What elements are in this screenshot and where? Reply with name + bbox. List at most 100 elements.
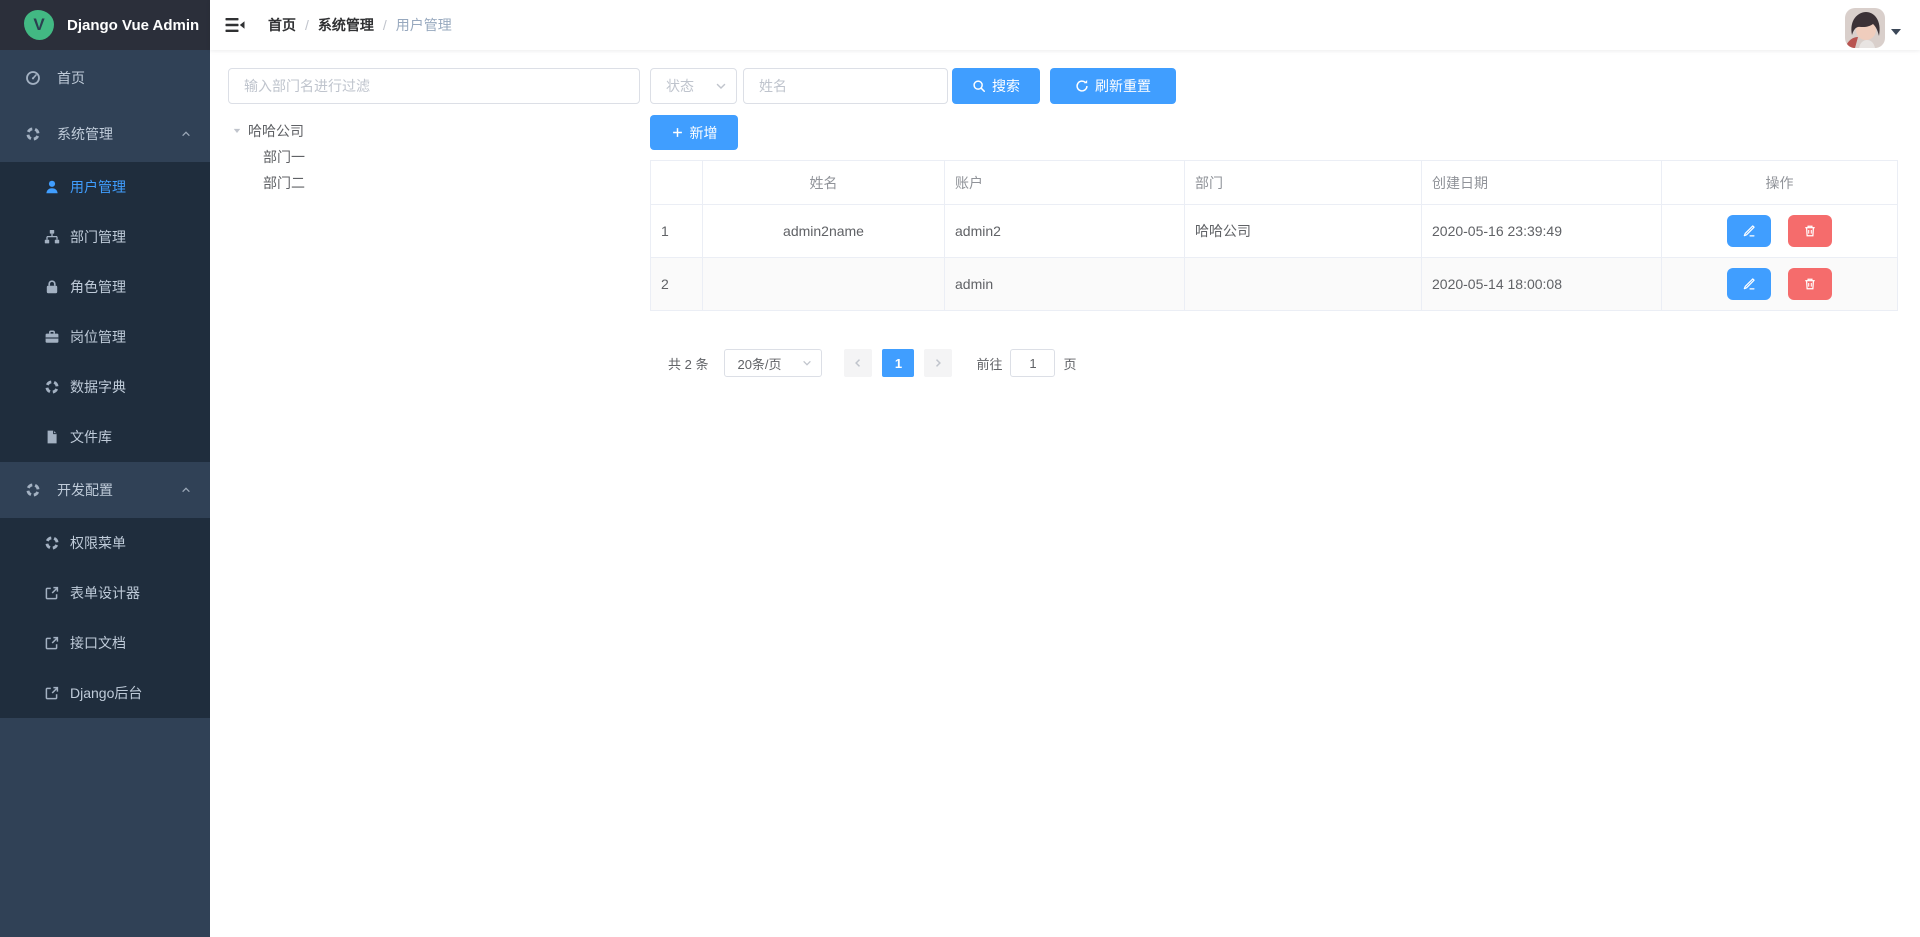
sidebar-item-departments[interactable]: 部门管理 <box>0 212 210 262</box>
name-filter-input[interactable] <box>743 68 948 104</box>
sidebar-item-roles[interactable]: 角色管理 <box>0 262 210 312</box>
cell-account: admin2 <box>945 205 1185 258</box>
component-icon <box>44 379 60 395</box>
trash-icon <box>1803 277 1817 291</box>
add-user-button[interactable]: 新增 <box>650 115 738 150</box>
sidebar-item-label: 文件库 <box>70 427 112 447</box>
tree-node-child[interactable]: 部门一 <box>228 144 650 170</box>
reset-button-label: 刷新重置 <box>1095 76 1151 96</box>
column-header-name: 姓名 <box>703 161 945 205</box>
chevron-down-icon <box>714 79 728 93</box>
content: 状态 搜索 刷新重置 哈哈公司 <box>210 50 1920 937</box>
tree-node-child[interactable]: 部门二 <box>228 170 650 196</box>
app-title: Django Vue Admin <box>67 17 199 34</box>
breadcrumb-current: 用户管理 <box>396 15 452 35</box>
breadcrumb-system[interactable]: 系统管理 <box>318 15 374 35</box>
sidebar-item-dictionary[interactable]: 数据字典 <box>0 362 210 412</box>
sidebar-section-system[interactable]: 系统管理 <box>0 106 210 162</box>
sidebar-item-django-backend[interactable]: Django后台 <box>0 668 210 718</box>
content-body: 哈哈公司 部门一 部门二 新增 <box>228 115 1898 377</box>
goto-label: 前往 <box>976 354 1002 373</box>
cell-dept <box>1185 258 1422 311</box>
tree-node-label: 部门一 <box>263 147 305 167</box>
trash-icon <box>1803 224 1817 238</box>
breadcrumb: 首页 / 系统管理 / 用户管理 <box>268 15 452 35</box>
sidebar-section-label: 开发配置 <box>57 480 113 500</box>
tree-node-label: 哈哈公司 <box>248 121 304 141</box>
user-icon <box>44 179 60 195</box>
page-number-1[interactable]: 1 <box>882 349 914 377</box>
department-tree: 哈哈公司 部门一 部门二 <box>228 115 650 377</box>
plus-icon <box>671 126 684 139</box>
sidebar-item-label: Django后台 <box>70 683 142 703</box>
sidebar-item-label: 岗位管理 <box>70 327 126 347</box>
delete-button[interactable] <box>1788 215 1832 247</box>
sidebar-section-dev[interactable]: 开发配置 <box>0 462 210 518</box>
breadcrumb-separator: / <box>383 17 387 33</box>
edit-icon <box>1742 277 1756 291</box>
table-row: 1 admin2name admin2 哈哈公司 2020-05-16 23:3… <box>651 205 1898 258</box>
component-icon <box>44 535 60 551</box>
goto-page-input[interactable] <box>1010 349 1055 377</box>
sidebar-item-label: 部门管理 <box>70 227 126 247</box>
sidebar-item-home[interactable]: 首页 <box>0 50 210 106</box>
status-select-value: 状态 <box>666 76 694 96</box>
sidebar-item-files[interactable]: 文件库 <box>0 412 210 462</box>
sidebar-item-users[interactable]: 用户管理 <box>0 162 210 212</box>
search-button[interactable]: 搜索 <box>952 68 1040 104</box>
add-button-label: 新增 <box>690 123 718 143</box>
system-submenu: 用户管理 部门管理 角色管理 岗位管理 数据字典 文件库 <box>0 162 210 462</box>
cell-name <box>703 258 945 311</box>
app-logo-link[interactable]: V Django Vue Admin <box>0 0 210 50</box>
external-link-icon <box>44 685 60 701</box>
avatar <box>1845 8 1885 48</box>
edit-button[interactable] <box>1727 268 1771 300</box>
external-link-icon <box>44 585 60 601</box>
edit-button[interactable] <box>1727 215 1771 247</box>
chevron-up-icon <box>180 128 192 140</box>
caret-down-icon <box>1891 29 1901 40</box>
refresh-reset-button[interactable]: 刷新重置 <box>1050 68 1176 104</box>
pagination-total: 共 2 条 <box>668 354 708 373</box>
main-area: 首页 / 系统管理 / 用户管理 状态 <box>210 0 1920 937</box>
next-page-button[interactable] <box>924 349 952 377</box>
cell-index: 2 <box>651 258 703 311</box>
dashboard-icon <box>25 70 41 86</box>
sidebar-item-api-docs[interactable]: 接口文档 <box>0 618 210 668</box>
sidebar-item-permission-menu[interactable]: 权限菜单 <box>0 518 210 568</box>
org-tree-icon <box>44 229 60 245</box>
table-row: 2 admin 2020-05-14 18:00:08 <box>651 258 1898 311</box>
external-link-icon <box>44 635 60 651</box>
table-header-row: 姓名 账户 部门 创建日期 操作 <box>651 161 1898 205</box>
cell-created: 2020-05-16 23:39:49 <box>1422 205 1662 258</box>
sidebar-item-label: 角色管理 <box>70 277 126 297</box>
chevron-left-icon <box>852 357 864 369</box>
edit-icon <box>1742 224 1756 238</box>
sidebar-item-label: 用户管理 <box>70 177 126 197</box>
user-table: 姓名 账户 部门 创建日期 操作 1 admin2name admin2 哈哈公 <box>650 160 1898 311</box>
delete-button[interactable] <box>1788 268 1832 300</box>
chevron-down-icon <box>801 357 813 369</box>
sidebar: V Django Vue Admin 首页 系统管理 用户管理 部门管理 角 <box>0 0 210 937</box>
cell-actions <box>1662 258 1898 311</box>
tree-node-root[interactable]: 哈哈公司 <box>228 118 650 144</box>
hamburger-icon[interactable] <box>225 15 245 35</box>
dev-submenu: 权限菜单 表单设计器 接口文档 Django后台 <box>0 518 210 718</box>
sidebar-item-label: 接口文档 <box>70 633 126 653</box>
file-icon <box>44 429 60 445</box>
column-header-index <box>651 161 703 205</box>
sidebar-item-label: 表单设计器 <box>70 583 140 603</box>
dept-filter-input[interactable] <box>228 68 640 104</box>
column-header-actions: 操作 <box>1662 161 1898 205</box>
sidebar-item-label: 数据字典 <box>70 377 126 397</box>
page-size-select[interactable]: 20条/页 <box>724 349 822 377</box>
breadcrumb-home[interactable]: 首页 <box>268 15 296 35</box>
status-select[interactable]: 状态 <box>650 68 737 104</box>
sidebar-item-positions[interactable]: 岗位管理 <box>0 312 210 362</box>
sidebar-menu: 首页 系统管理 用户管理 部门管理 角色管理 岗位管理 <box>0 50 210 718</box>
cell-name: admin2name <box>703 205 945 258</box>
prev-page-button[interactable] <box>844 349 872 377</box>
sidebar-item-form-designer[interactable]: 表单设计器 <box>0 568 210 618</box>
caret-down-icon[interactable] <box>228 126 248 136</box>
user-avatar-dropdown[interactable] <box>1845 3 1905 48</box>
